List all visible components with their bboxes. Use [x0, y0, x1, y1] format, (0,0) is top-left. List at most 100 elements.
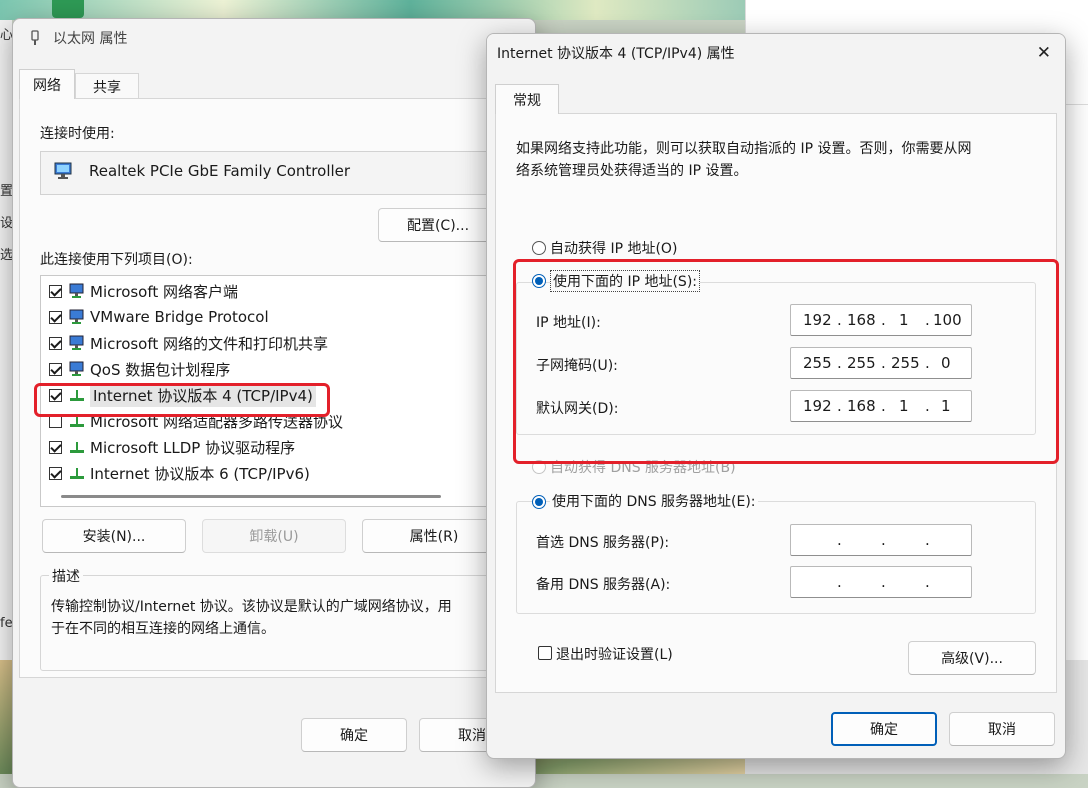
octet: 168	[847, 311, 876, 329]
list-item-label: Internet 协议版本 6 (TCP/IPv6)	[90, 464, 310, 483]
button-label: 取消	[458, 728, 486, 744]
list-item[interactable]: Internet 协议版本 6 (TCP/IPv6)	[49, 460, 310, 486]
button-label: 卸载(U)	[249, 529, 299, 545]
alternate-dns-input[interactable]: . . .	[790, 566, 972, 598]
description-label: 描述	[49, 566, 83, 586]
auto-ip-radio[interactable]	[532, 241, 546, 255]
connect-using-label: 连接时使用:	[40, 126, 115, 142]
manual-ip-radio[interactable]	[532, 274, 546, 288]
checkbox[interactable]	[49, 362, 62, 376]
intro-text: 如果网络支持此功能，则可以获取自动指派的 IP 设置。否则，你需要从网	[516, 141, 972, 157]
gateway-input[interactable]: 192 . 168 . 1 . 1	[790, 390, 972, 422]
protocol-icon	[70, 416, 84, 427]
octet: 192	[803, 397, 832, 415]
list-item-selected[interactable]: Internet 协议版本 4 (TCP/IPv4)	[49, 382, 316, 408]
list-item[interactable]: Microsoft 网络的文件和打印机共享	[49, 330, 328, 356]
configure-button[interactable]: 配置(C)...	[378, 208, 498, 242]
octet: 1	[899, 397, 909, 415]
button-label: 取消	[988, 722, 1016, 738]
auto-dns-radio[interactable]	[532, 460, 546, 474]
checkbox[interactable]	[49, 414, 62, 428]
button-label: 配置(C)...	[406, 218, 470, 234]
list-item[interactable]: Microsoft LLDP 协议驱动程序	[49, 434, 295, 460]
subnet-label: 子网掩码(U):	[536, 358, 618, 374]
protocol-icon	[70, 442, 84, 453]
octet-separator: .	[881, 354, 886, 372]
checkbox[interactable]	[49, 466, 62, 480]
list-item[interactable]: QoS 数据包计划程序	[49, 356, 230, 382]
properties-button[interactable]: 属性(R)	[362, 519, 506, 553]
octet: 0	[941, 354, 951, 372]
auto-ip-label[interactable]: 自动获得 IP 地址(O)	[550, 238, 677, 258]
network-client-icon	[69, 361, 84, 376]
subnet-mask-input[interactable]: 255 . 255 . 255 . 0	[790, 347, 972, 379]
close-icon[interactable]: ✕	[1037, 43, 1051, 63]
checkbox[interactable]	[49, 440, 62, 454]
octet-separator: .	[837, 354, 842, 372]
tab-label: 共享	[93, 79, 121, 96]
ok-button[interactable]: 确定	[831, 712, 937, 746]
octet: 255	[891, 354, 920, 372]
manual-dns-label[interactable]: 使用下面的 DNS 服务器地址(E):	[550, 491, 758, 511]
horizontal-scrollbar[interactable]	[61, 495, 441, 498]
octet-separator: .	[881, 531, 886, 549]
octet-separator: .	[881, 311, 886, 329]
list-item-label: VMware Bridge Protocol	[90, 308, 269, 326]
preferred-dns-input[interactable]: . . .	[790, 524, 972, 556]
tab-network[interactable]: 网络	[19, 69, 75, 99]
manual-dns-radio[interactable]	[532, 495, 546, 509]
ip-address-input[interactable]: 192 . 168 . 1 . 100	[790, 304, 972, 336]
octet-separator: .	[881, 397, 886, 415]
button-label: 安装(N)...	[82, 529, 146, 545]
checkbox[interactable]	[49, 388, 62, 402]
description-text: 传输控制协议/Internet 协议。该协议是默认的广域网络协议，用	[51, 599, 452, 615]
octet-separator: .	[837, 397, 842, 415]
intro-text: 络系统管理员处获得适当的 IP 设置。	[516, 163, 748, 179]
tab-general[interactable]: 常规	[495, 84, 559, 114]
ethernet-properties-window: 以太网 属性 网络 共享 连接时使用: Realtek PCIe GbE Fam…	[12, 18, 536, 788]
uninstall-button[interactable]: 卸载(U)	[202, 519, 346, 553]
items-label: 此连接使用下列项目(O):	[40, 252, 193, 268]
validate-label[interactable]: 退出时验证设置(L)	[556, 644, 673, 664]
octet-separator: .	[925, 397, 930, 415]
checkbox[interactable]	[49, 310, 62, 324]
octet-separator: .	[837, 531, 842, 549]
checkbox[interactable]	[49, 284, 62, 298]
octet: 1	[899, 311, 909, 329]
list-item-label: Microsoft 网络适配器多路传送器协议	[90, 412, 344, 431]
advanced-button[interactable]: 高级(V)...	[908, 641, 1036, 675]
app-logo-fragment	[52, 0, 84, 18]
octet: 255	[847, 354, 876, 372]
octet-separator: .	[925, 531, 930, 549]
description-group: 描述 传输控制协议/Internet 协议。该协议是默认的广域网络协议，用 于在…	[40, 566, 510, 671]
checkbox[interactable]	[49, 336, 62, 350]
button-label: 属性(R)	[409, 529, 459, 545]
network-adapter-icon	[54, 162, 72, 179]
tab-label: 常规	[513, 92, 541, 109]
octet-separator: .	[881, 573, 886, 591]
desktop-wallpaper-top	[0, 0, 745, 20]
manual-ip-label[interactable]: 使用下面的 IP 地址(S):	[550, 270, 700, 292]
list-item-label: Internet 协议版本 4 (TCP/IPv4)	[90, 383, 316, 407]
tab-sharing[interactable]: 共享	[75, 73, 139, 99]
ok-button[interactable]: 确定	[301, 718, 407, 752]
validate-checkbox[interactable]	[538, 646, 552, 660]
background-window-edge: 心 置 设 选 fe	[0, 20, 13, 660]
adapter-name: Realtek PCIe GbE Family Controller	[89, 162, 351, 180]
network-client-icon	[69, 335, 84, 350]
general-tab-panel: 如果网络支持此功能，则可以获取自动指派的 IP 设置。否则，你需要从网 络系统管…	[495, 113, 1057, 693]
title-bar[interactable]: 以太网 属性	[13, 19, 535, 57]
description-text: 于在不同的相互连接的网络上通信。	[51, 621, 275, 637]
octet-separator: .	[925, 311, 930, 329]
list-item[interactable]: Microsoft 网络适配器多路传送器协议	[49, 408, 343, 434]
adapter-name-box: Realtek PCIe GbE Family Controller	[40, 151, 498, 195]
title-bar[interactable]: Internet 协议版本 4 (TCP/IPv4) 属性 ✕	[487, 34, 1065, 72]
preferred-dns-label: 首选 DNS 服务器(P):	[536, 535, 670, 551]
component-list[interactable]: Microsoft 网络客户端 VMware Bridge Protocol M…	[40, 275, 498, 507]
octet-separator: .	[837, 311, 842, 329]
cancel-button[interactable]: 取消	[949, 712, 1055, 746]
list-item[interactable]: VMware Bridge Protocol	[49, 304, 269, 330]
auto-dns-label[interactable]: 自动获得 DNS 服务器地址(B)	[550, 457, 736, 477]
install-button[interactable]: 安装(N)...	[42, 519, 186, 553]
list-item[interactable]: Microsoft 网络客户端	[49, 278, 238, 304]
